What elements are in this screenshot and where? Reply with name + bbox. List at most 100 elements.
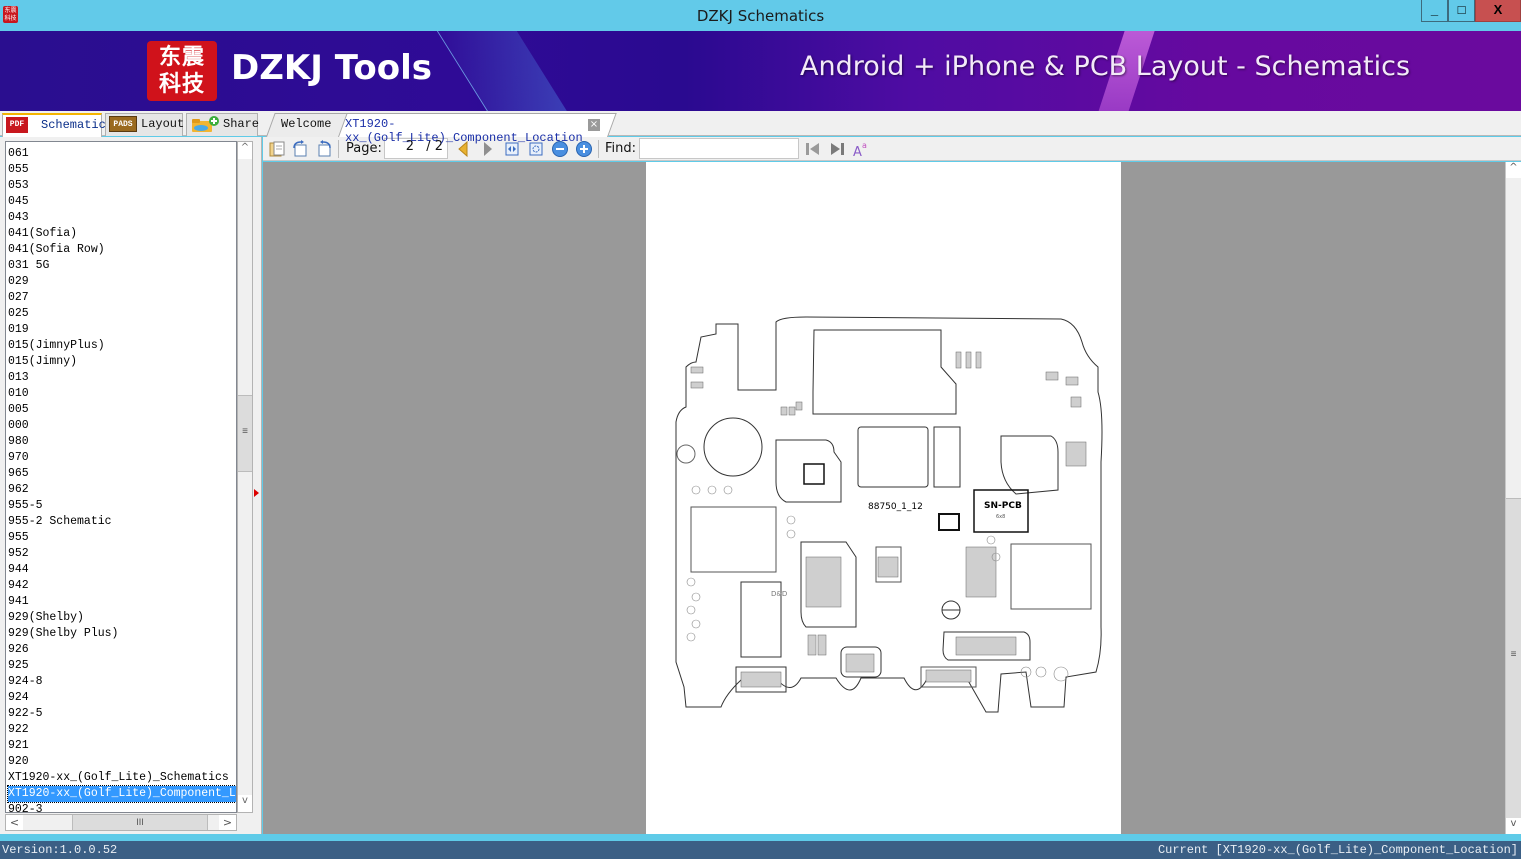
open-document-icon[interactable]	[268, 140, 286, 158]
list-item[interactable]: 043	[8, 210, 29, 226]
doc-tab-welcome[interactable]: Welcome	[266, 113, 342, 136]
brand-name: DZKJ Tools	[231, 48, 432, 88]
collapse-sidebar-icon[interactable]	[254, 489, 259, 497]
title-bar: 东震 科技 DZKJ Schematics _ □ X	[0, 0, 1521, 31]
list-item[interactable]: 962	[8, 482, 29, 498]
close-icon: X	[1493, 2, 1503, 17]
find-previous-icon[interactable]	[804, 140, 822, 158]
pcb-label: SN-PCB	[984, 501, 1022, 511]
list-item[interactable]: 000	[8, 418, 29, 434]
list-item[interactable]: 041(Sofia)	[8, 226, 77, 242]
list-item[interactable]: 980	[8, 434, 29, 450]
list-item[interactable]: 015(JimnyPlus)	[8, 338, 105, 354]
list-item[interactable]: 970	[8, 450, 29, 466]
list-item[interactable]: 925	[8, 658, 29, 674]
list-item[interactable]: 031 5G	[8, 258, 49, 274]
document-list[interactable]: 061 055 053 045 043 041(Sofia) 041(Sofia Row) 0…	[5, 141, 237, 813]
pads-icon: PADS	[109, 116, 137, 132]
list-item[interactable]: 019	[8, 322, 29, 338]
tab-share[interactable]: Share	[186, 113, 259, 136]
pcb-component-layout: SN-PCB 6x8 88750_1_12 D&D	[675, 316, 1103, 713]
list-item[interactable]: 929(Shelby)	[8, 610, 84, 626]
scroll-down-icon[interactable]: v	[1506, 818, 1521, 834]
list-item[interactable]: 055	[8, 162, 29, 178]
scroll-up-icon[interactable]: ^	[238, 142, 252, 159]
logo-text-line1: 东震	[158, 45, 205, 70]
document-viewer[interactable]: SN-PCB 6x8 88750_1_12 D&D	[263, 162, 1505, 834]
connector-label: D&D	[771, 590, 787, 598]
list-item[interactable]: 955	[8, 530, 29, 546]
list-item[interactable]: 942	[8, 578, 29, 594]
scrollbar-thumb[interactable]: ≡	[238, 395, 252, 472]
list-item[interactable]: 941	[8, 594, 29, 610]
banner: 东震 科技 DZKJ Tools Android + iPhone & PCB …	[0, 31, 1521, 111]
scroll-down-icon[interactable]: v	[238, 795, 252, 812]
list-item[interactable]: 015(Jimny)	[8, 354, 77, 370]
scrollbar-thumb[interactable]: III	[72, 815, 208, 830]
banner-decoration	[430, 31, 580, 111]
list-item[interactable]: 013	[8, 370, 29, 386]
banner-tagline: Android + iPhone & PCB Layout - Schemati…	[800, 51, 1411, 82]
current-document-text: Current [XT1920-xx_(Golf_Lite)_Component…	[1157, 843, 1518, 857]
list-item[interactable]: 041(Sofia Row)	[8, 242, 105, 258]
find-next-icon[interactable]	[828, 140, 846, 158]
tab-layout[interactable]: PADS Layout	[105, 113, 184, 136]
doc-tab-component-location[interactable]: XT1920-xx_(Golf_Lite)_Component_Location…	[338, 113, 604, 145]
close-tab-icon[interactable]: ×	[588, 119, 600, 131]
list-item[interactable]: 010	[8, 386, 29, 402]
maximize-button[interactable]: □	[1448, 0, 1475, 22]
list-item[interactable]: 929(Shelby Plus)	[8, 626, 118, 642]
list-item[interactable]: 920	[8, 754, 29, 770]
highlight-text-icon[interactable]: Aa	[852, 140, 870, 160]
list-item[interactable]: 029	[8, 274, 29, 290]
sidebar: 061 055 053 045 043 041(Sofia) 041(Sofia Row) 0…	[0, 137, 262, 834]
list-item[interactable]: 005	[8, 402, 29, 418]
minimize-button[interactable]: _	[1421, 0, 1448, 22]
minimize-icon: _	[1430, 2, 1439, 17]
rotate-counterclockwise-icon[interactable]	[315, 140, 333, 158]
version-text: Version:1.0.0.52	[2, 843, 118, 857]
pcb-sublabel: 6x8	[996, 514, 1005, 520]
svg-text:a: a	[862, 141, 867, 150]
tab-bar: PDF Schematic PADS Layout Share Welcome …	[0, 111, 1521, 145]
list-item[interactable]: 924-8	[8, 674, 43, 690]
list-item[interactable]: XT1920-xx_(Golf_Lite)_Component_Location	[7, 785, 236, 803]
list-item[interactable]: 027	[8, 290, 29, 306]
tab-label: Schematic	[41, 118, 106, 132]
toolbar-separator	[338, 140, 339, 158]
list-item[interactable]: 922-5	[8, 706, 43, 722]
list-item[interactable]: 061	[8, 146, 29, 162]
list-item[interactable]: 025	[8, 306, 29, 322]
list-item[interactable]: 944	[8, 562, 29, 578]
scroll-left-icon[interactable]: <	[6, 815, 23, 830]
list-item[interactable]: 921	[8, 738, 29, 754]
pdf-page: SN-PCB 6x8 88750_1_12 D&D	[646, 162, 1121, 834]
scrollbar-thumb[interactable]: ≡	[1506, 498, 1521, 823]
close-button[interactable]: X	[1475, 0, 1521, 22]
list-item[interactable]: 902-3	[8, 802, 43, 812]
list-item[interactable]: 965	[8, 466, 29, 482]
status-bar: Version:1.0.0.52 Current [XT1920-xx_(Gol…	[0, 838, 1521, 859]
list-item[interactable]: 952	[8, 546, 29, 562]
scroll-up-icon[interactable]: ^	[1506, 162, 1521, 178]
sidebar-horizontal-scrollbar[interactable]: < III >	[5, 814, 237, 831]
list-item[interactable]: 053	[8, 178, 29, 194]
rotate-clockwise-icon[interactable]	[291, 140, 309, 158]
svg-text:A: A	[853, 145, 862, 158]
list-item[interactable]: 922	[8, 722, 29, 738]
list-item[interactable]: 955-2 Schematic	[8, 514, 112, 530]
logo-text-line2: 科技	[158, 72, 205, 97]
list-item[interactable]: 045	[8, 194, 29, 210]
maximize-icon: □	[1457, 2, 1466, 17]
list-item[interactable]: 955-5	[8, 498, 43, 514]
list-item[interactable]: 924	[8, 690, 29, 706]
sidebar-vertical-scrollbar[interactable]: ^ ≡ v	[237, 141, 253, 813]
scroll-right-icon[interactable]: >	[219, 815, 236, 830]
tab-schematic[interactable]: PDF Schematic	[2, 113, 106, 137]
window-controls: _ □ X	[1421, 0, 1521, 22]
list-item[interactable]: 926	[8, 642, 29, 658]
find-input[interactable]	[639, 138, 799, 159]
list-item[interactable]: XT1920-xx_(Golf_Lite)_Schematics	[8, 770, 229, 786]
doc-tab-label: XT1920-xx_(Golf_Lite)_Component_Location	[345, 117, 583, 145]
viewer-vertical-scrollbar[interactable]: ^ ≡ v	[1505, 162, 1521, 834]
